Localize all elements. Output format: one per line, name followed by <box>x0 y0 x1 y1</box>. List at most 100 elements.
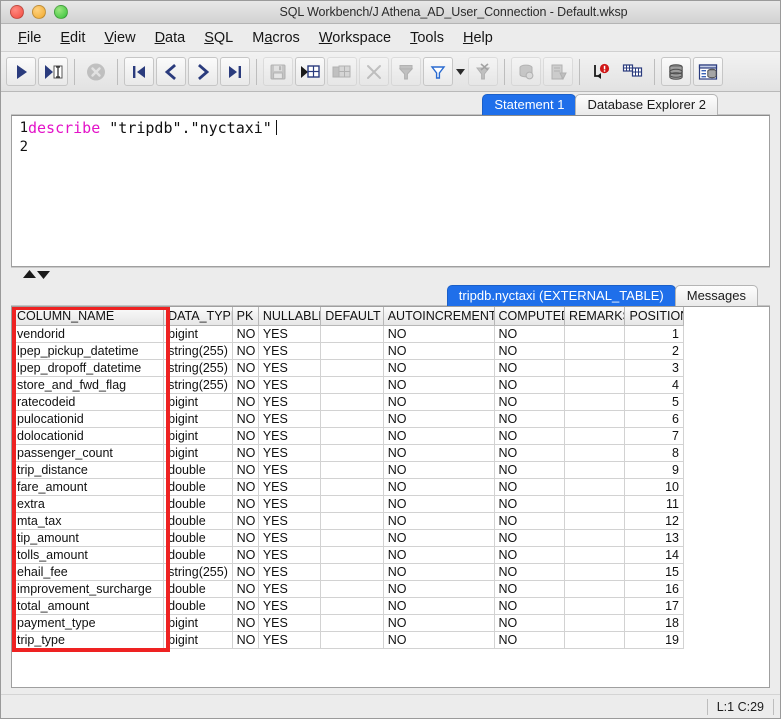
table-cell-computed[interactable]: NO <box>494 462 565 479</box>
column-header-default[interactable]: DEFAULT <box>321 307 383 326</box>
table-cell-pk[interactable]: NO <box>232 547 258 564</box>
table-cell-computed[interactable]: NO <box>494 547 565 564</box>
table-cell-autoincrement[interactable]: NO <box>383 513 494 530</box>
table-cell-pk[interactable]: NO <box>232 530 258 547</box>
table-cell-column-name[interactable]: lpep_pickup_datetime <box>13 343 164 360</box>
table-cell-default[interactable] <box>321 564 383 581</box>
table-cell-default[interactable] <box>321 360 383 377</box>
table-cell-pk[interactable]: NO <box>232 377 258 394</box>
table-cell-default[interactable] <box>321 632 383 649</box>
table-cell-data-type[interactable]: double <box>164 581 233 598</box>
table-row[interactable]: tip_amountdoubleNOYESNONO13 <box>13 530 684 547</box>
table-cell-remarks[interactable] <box>565 564 625 581</box>
table-cell-position[interactable]: 12 <box>625 513 684 530</box>
table-cell-autoincrement[interactable]: NO <box>383 598 494 615</box>
table-cell-nullable[interactable]: YES <box>258 581 320 598</box>
table-cell-position[interactable]: 7 <box>625 428 684 445</box>
commit-icon[interactable] <box>511 57 541 86</box>
table-cell-default[interactable] <box>321 513 383 530</box>
table-cell-position[interactable]: 13 <box>625 530 684 547</box>
table-cell-data-type[interactable]: bigint <box>164 428 233 445</box>
table-cell-position[interactable]: 6 <box>625 411 684 428</box>
menu-workspace[interactable]: Workspace <box>310 28 400 48</box>
menu-sql[interactable]: SQL <box>195 28 242 48</box>
table-cell-autoincrement[interactable]: NO <box>383 632 494 649</box>
table-cell-pk[interactable]: NO <box>232 462 258 479</box>
table-cell-autoincrement[interactable]: NO <box>383 462 494 479</box>
first-row-icon[interactable] <box>124 57 154 86</box>
table-row[interactable]: ehail_feestring(255)NOYESNONO15 <box>13 564 684 581</box>
table-cell-remarks[interactable] <box>565 581 625 598</box>
table-cell-default[interactable] <box>321 530 383 547</box>
table-cell-pk[interactable]: NO <box>232 479 258 496</box>
table-row[interactable]: payment_typebigintNOYESNONO18 <box>13 615 684 632</box>
table-row[interactable]: passenger_countbigintNOYESNONO8 <box>13 445 684 462</box>
table-cell-remarks[interactable] <box>565 462 625 479</box>
execute-all-icon[interactable] <box>6 57 36 86</box>
table-cell-remarks[interactable] <box>565 360 625 377</box>
table-cell-autoincrement[interactable]: NO <box>383 564 494 581</box>
table-cell-nullable[interactable]: YES <box>258 615 320 632</box>
save-data-icon[interactable] <box>263 57 293 86</box>
table-cell-position[interactable]: 15 <box>625 564 684 581</box>
filter-data-icon[interactable] <box>391 57 421 86</box>
table-row[interactable]: mta_taxdoubleNOYESNONO12 <box>13 513 684 530</box>
table-cell-remarks[interactable] <box>565 632 625 649</box>
table-cell-pk[interactable]: NO <box>232 615 258 632</box>
table-cell-column-name[interactable]: lpep_dropoff_datetime <box>13 360 164 377</box>
menu-data[interactable]: Data <box>146 28 195 48</box>
menu-view[interactable]: View <box>95 28 144 48</box>
menu-edit[interactable]: Edit <box>51 28 94 48</box>
table-cell-data-type[interactable]: double <box>164 462 233 479</box>
table-cell-default[interactable] <box>321 428 383 445</box>
table-cell-data-type[interactable]: double <box>164 479 233 496</box>
table-cell-nullable[interactable]: YES <box>258 377 320 394</box>
table-cell-autoincrement[interactable]: NO <box>383 343 494 360</box>
table-cell-nullable[interactable]: YES <box>258 513 320 530</box>
table-cell-position[interactable]: 17 <box>625 598 684 615</box>
table-cell-data-type[interactable]: string(255) <box>164 343 233 360</box>
table-cell-autoincrement[interactable]: NO <box>383 326 494 343</box>
table-cell-column-name[interactable]: ratecodeid <box>13 394 164 411</box>
table-cell-data-type[interactable]: bigint <box>164 615 233 632</box>
table-cell-nullable[interactable]: YES <box>258 326 320 343</box>
table-cell-autoincrement[interactable]: NO <box>383 445 494 462</box>
table-cell-nullable[interactable]: YES <box>258 394 320 411</box>
column-header-nullable[interactable]: NULLABLE <box>258 307 320 326</box>
table-cell-remarks[interactable] <box>565 411 625 428</box>
table-cell-pk[interactable]: NO <box>232 598 258 615</box>
table-cell-remarks[interactable] <box>565 513 625 530</box>
table-cell-default[interactable] <box>321 496 383 513</box>
table-cell-remarks[interactable] <box>565 598 625 615</box>
table-cell-column-name[interactable]: fare_amount <box>13 479 164 496</box>
table-cell-pk[interactable]: NO <box>232 394 258 411</box>
table-cell-position[interactable]: 3 <box>625 360 684 377</box>
table-cell-nullable[interactable]: YES <box>258 632 320 649</box>
table-cell-data-type[interactable]: double <box>164 598 233 615</box>
table-cell-autoincrement[interactable]: NO <box>383 496 494 513</box>
table-cell-pk[interactable]: NO <box>232 411 258 428</box>
table-cell-pk[interactable]: NO <box>232 428 258 445</box>
table-cell-pk[interactable]: NO <box>232 513 258 530</box>
table-cell-pk[interactable]: NO <box>232 564 258 581</box>
reset-filter-icon[interactable] <box>468 57 498 86</box>
table-cell-default[interactable] <box>321 479 383 496</box>
table-cell-pk[interactable]: NO <box>232 445 258 462</box>
table-cell-nullable[interactable]: YES <box>258 428 320 445</box>
tab-statement-1[interactable]: Statement 1 <box>482 94 576 115</box>
table-row[interactable]: total_amountdoubleNOYESNONO17 <box>13 598 684 615</box>
table-row[interactable]: lpep_dropoff_datetimestring(255)NOYESNON… <box>13 360 684 377</box>
select-connection-icon[interactable] <box>618 57 648 86</box>
table-cell-data-type[interactable]: bigint <box>164 411 233 428</box>
table-cell-autoincrement[interactable]: NO <box>383 581 494 598</box>
table-cell-nullable[interactable]: YES <box>258 547 320 564</box>
table-cell-column-name[interactable]: store_and_fwd_flag <box>13 377 164 394</box>
table-cell-computed[interactable]: NO <box>494 445 565 462</box>
table-cell-position[interactable]: 14 <box>625 547 684 564</box>
table-cell-data-type[interactable]: double <box>164 547 233 564</box>
table-cell-computed[interactable]: NO <box>494 343 565 360</box>
table-cell-column-name[interactable]: dolocationid <box>13 428 164 445</box>
table-cell-nullable[interactable]: YES <box>258 445 320 462</box>
table-cell-column-name[interactable]: ehail_fee <box>13 564 164 581</box>
table-cell-column-name[interactable]: vendorid <box>13 326 164 343</box>
